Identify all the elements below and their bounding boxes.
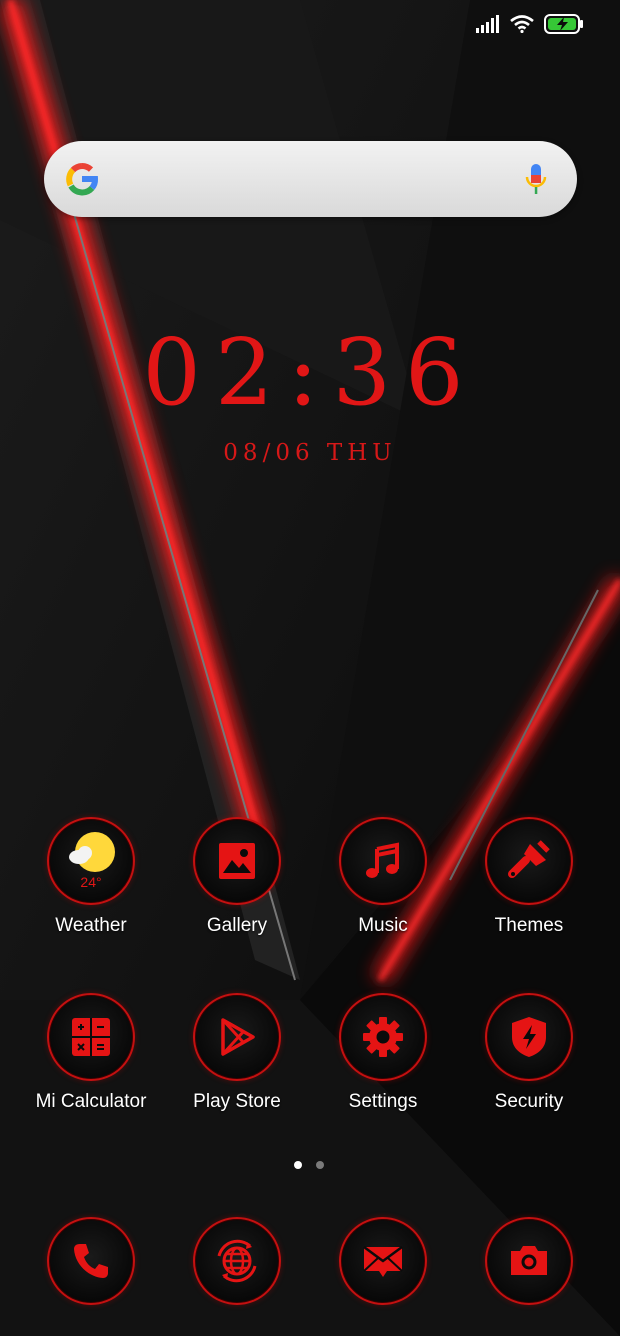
app-settings[interactable]: Settings [310, 993, 456, 1113]
google-search-bar[interactable] [44, 141, 577, 217]
home-screen: 02:36 08/06 THU 24° Weather Gallery Musi… [0, 0, 620, 1336]
app-themes[interactable]: Themes [456, 817, 602, 937]
app-mi-calculator[interactable]: Mi Calculator [18, 993, 164, 1113]
app-label: Gallery [206, 915, 268, 936]
dock-browser[interactable] [164, 1217, 310, 1305]
app-label: Themes [494, 915, 564, 936]
phone-icon [47, 1217, 135, 1305]
shield-icon [485, 993, 573, 1081]
weather-icon: 24° [47, 817, 135, 905]
messages-icon [339, 1217, 427, 1305]
weather-temperature: 24° [80, 874, 102, 890]
google-g-icon [66, 162, 98, 196]
app-label: Mi Calculator [35, 1091, 147, 1112]
app-music[interactable]: Music [310, 817, 456, 937]
battery-charging-icon [544, 14, 583, 34]
clock-time[interactable]: 02:36 [0, 318, 620, 428]
app-play-store[interactable]: Play Store [164, 993, 310, 1113]
paintbrush-icon [485, 817, 573, 905]
wifi-icon [510, 15, 534, 33]
app-gallery[interactable]: Gallery [164, 817, 310, 937]
gallery-icon [193, 817, 281, 905]
page-dot-1[interactable] [294, 1161, 302, 1169]
app-label: Security [494, 1091, 564, 1112]
app-security[interactable]: Security [456, 993, 602, 1113]
app-label: Settings [348, 1091, 418, 1112]
app-weather[interactable]: 24° Weather [18, 817, 164, 937]
music-icon [339, 817, 427, 905]
mic-icon[interactable] [525, 163, 547, 197]
status-bar [476, 14, 584, 34]
dock-camera[interactable] [456, 1217, 602, 1305]
gear-icon [339, 993, 427, 1081]
dock-messages[interactable] [310, 1217, 456, 1305]
page-dot-2[interactable] [316, 1161, 324, 1169]
browser-icon [193, 1217, 281, 1305]
play-store-icon [193, 993, 281, 1081]
app-label: Play Store [193, 1091, 281, 1112]
page-indicator [294, 1161, 324, 1169]
camera-icon [485, 1217, 573, 1305]
dock-phone[interactable] [18, 1217, 164, 1305]
app-label: Weather [55, 915, 127, 936]
signal-icon [476, 15, 499, 33]
app-label: Music [358, 915, 408, 936]
calculator-icon [47, 993, 135, 1081]
clock-date[interactable]: 08/06 THU [0, 440, 620, 466]
